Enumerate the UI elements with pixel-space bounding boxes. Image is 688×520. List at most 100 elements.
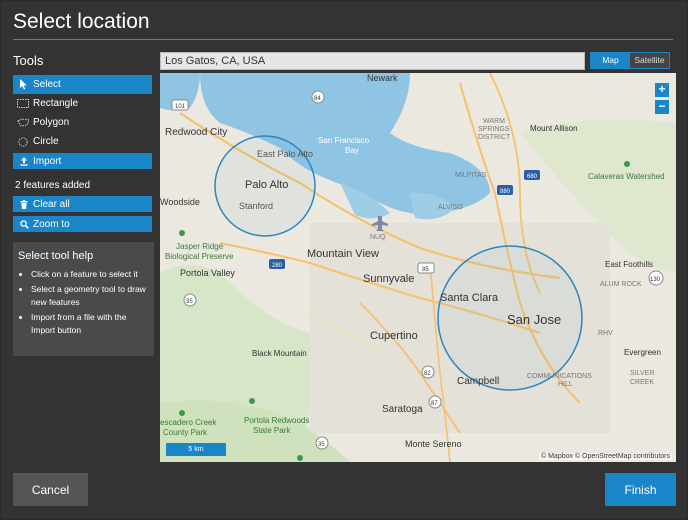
features-status: 2 features added [15, 180, 91, 191]
svg-text:35: 35 [318, 442, 325, 448]
highway-shield: 35 [183, 293, 197, 307]
map-label: Portola Redwoods [244, 416, 309, 425]
map-label: Mountain View [307, 248, 379, 260]
map-label: Black Mountain [252, 349, 307, 358]
map-label: escadero Creek [160, 418, 217, 427]
map-label: MILPITAS [455, 172, 487, 179]
location-search-input[interactable] [160, 52, 585, 70]
map-label: County Park [163, 428, 208, 437]
highway-shield: 101 [171, 99, 189, 111]
help-item: Select a geometry tool to draw new featu… [31, 283, 149, 309]
svg-text:101: 101 [175, 104, 186, 110]
highway-shield: 82 [421, 365, 435, 379]
cursor-icon [16, 79, 30, 91]
map-label: NUQ [370, 234, 386, 241]
map-label: SILVER [630, 370, 654, 377]
map-label: ALUM ROCK [600, 281, 642, 288]
map-label: Stanford [239, 201, 273, 211]
highway-shield: 84 [311, 90, 325, 104]
dialog-title: Select location [13, 10, 150, 33]
import-label: Import [33, 155, 62, 167]
map-label: CREEK [630, 379, 654, 386]
map-label: Bay [345, 146, 359, 155]
zoom-out-button[interactable]: − [655, 100, 669, 114]
park-marker [179, 230, 185, 236]
park-marker [249, 398, 255, 404]
svg-text:87: 87 [431, 401, 438, 407]
park-marker [624, 161, 630, 167]
map-label: Monte Sereno [405, 439, 462, 449]
map-label: Sunnyvale [363, 273, 414, 285]
import-button[interactable]: Import [13, 153, 152, 169]
map-label: ALVISO [438, 204, 463, 211]
help-item: Import from a file with the Import butto… [31, 311, 149, 337]
zoom-to-button[interactable]: Zoom to [13, 216, 152, 232]
select-location-dialog: Select location Tools Select Rectangle P… [1, 1, 687, 519]
map-label: SPRINGS [478, 126, 510, 133]
map-label: COMMUNICATIONS [527, 373, 592, 380]
map-label: Woodside [160, 197, 200, 207]
highway-shield: 680 [524, 170, 540, 180]
upload-icon [19, 156, 29, 166]
map-label: RHV [598, 330, 613, 337]
map-view-toggle: Map Satellite [590, 52, 670, 69]
map-label: Evergreen [624, 348, 661, 357]
tool-circle-label: Circle [33, 136, 59, 147]
tool-select-label: Select [33, 79, 61, 90]
satellite-view-button[interactable]: Satellite [630, 53, 669, 68]
highway-shield: 130 [648, 270, 664, 286]
map-label: San Francisco [318, 136, 370, 145]
title-divider [13, 39, 673, 40]
map-label: Palo Alto [245, 179, 288, 191]
map-scale-bar: 5 km [166, 443, 226, 456]
clear-all-button[interactable]: Clear all [13, 196, 152, 212]
map-label: Portola Valley [180, 268, 235, 278]
svg-text:84: 84 [314, 96, 321, 102]
map-label: Cupertino [370, 330, 418, 342]
zoom-to-label: Zoom to [33, 218, 70, 230]
map-canvas[interactable]: Newark Redwood City East Palo Alto Palo … [160, 73, 676, 462]
highway-shield: 35 [315, 436, 329, 450]
park-marker [179, 410, 185, 416]
trash-icon [19, 199, 29, 209]
tool-select[interactable]: Select [13, 75, 152, 94]
finish-button[interactable]: Finish [605, 473, 676, 506]
help-item: Click on a feature to select it [31, 268, 149, 281]
map-label: East Foothills [605, 260, 653, 269]
map-label: East Palo Alto [257, 149, 313, 159]
rectangle-icon [16, 98, 30, 110]
tool-polygon[interactable]: Polygon [13, 113, 152, 132]
map-label: WARM [483, 118, 505, 125]
map-label: Newark [367, 73, 398, 83]
magnifier-icon [19, 219, 29, 229]
polygon-icon [16, 117, 30, 129]
tool-circle[interactable]: Circle [13, 132, 152, 151]
tool-rectangle-label: Rectangle [33, 98, 79, 109]
svg-text:880: 880 [500, 189, 511, 195]
tool-list: Select Rectangle Polygon Circle [13, 75, 152, 151]
map-label: Calaveras Watershed [588, 172, 665, 181]
map-view-button[interactable]: Map [591, 53, 630, 68]
tool-polygon-label: Polygon [33, 117, 70, 128]
map-label: Jasper Ridge [176, 242, 224, 251]
svg-text:82: 82 [424, 371, 431, 377]
map-label: DISTRICT [478, 134, 511, 141]
help-list: Click on a feature to select it Select a… [18, 268, 149, 337]
cancel-button[interactable]: Cancel [13, 473, 88, 506]
map-label: Mount Allison [530, 124, 578, 133]
highway-shield: 280 [269, 259, 285, 269]
map-label: Biological Preserve [165, 252, 234, 261]
highway-shield: 85 [417, 262, 435, 274]
tool-rectangle[interactable]: Rectangle [13, 94, 152, 113]
svg-text:680: 680 [527, 174, 538, 180]
map-attribution[interactable]: © Mapbox © OpenStreetMap contributors [539, 453, 672, 460]
highway-shield: 880 [497, 185, 513, 195]
highway-shield: 87 [428, 395, 442, 409]
map-label: Saratoga [382, 404, 423, 415]
map-label: Santa Clara [440, 292, 499, 304]
svg-text:130: 130 [650, 277, 661, 283]
map-svg: Newark Redwood City East Palo Alto Palo … [160, 73, 676, 462]
zoom-in-button[interactable]: + [655, 83, 669, 97]
map-zoom-controls: + − [655, 83, 669, 117]
help-panel: Select tool help Click on a feature to s… [13, 242, 154, 356]
